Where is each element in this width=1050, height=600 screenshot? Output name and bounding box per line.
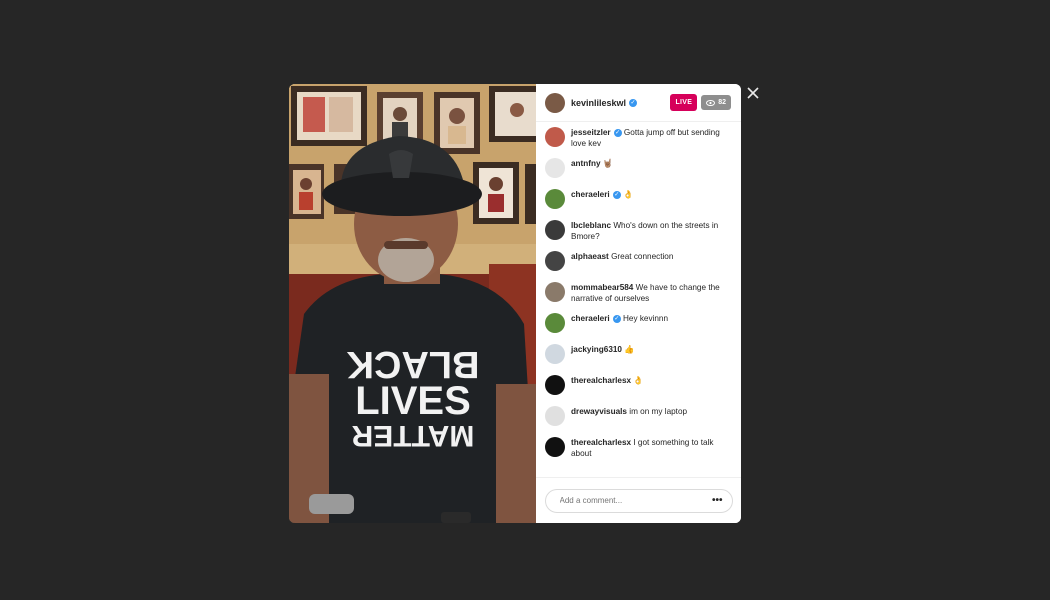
- comment-text-block: drewayvisuals im on my laptop: [571, 406, 687, 417]
- comment-text-block: therealcharlesx 👌: [571, 375, 644, 386]
- comment-row: alphaeast Great connection: [545, 251, 732, 273]
- live-comments-panel: kevinlileskwl ✓ LIVE 82 jesseitzler ✓ Got…: [536, 84, 741, 523]
- comment-text-block: mommabear584 We have to change the narra…: [571, 282, 732, 304]
- host-username[interactable]: kevinlileskwl: [571, 98, 626, 108]
- comment-message: Great connection: [611, 252, 674, 261]
- commenter-username[interactable]: lbcleblanc: [571, 221, 611, 230]
- commenter-username[interactable]: antnfny: [571, 159, 601, 168]
- commenter-username[interactable]: cheraeleri: [571, 314, 610, 323]
- viewer-count: 82: [718, 99, 726, 106]
- live-badge: LIVE: [670, 94, 698, 111]
- commenter-username[interactable]: jackying6310: [571, 345, 622, 354]
- comment-message: 👍: [624, 345, 635, 354]
- viewer-count-badge[interactable]: 82: [701, 95, 731, 110]
- host-avatar[interactable]: [545, 92, 565, 113]
- comment-message: 👌: [633, 376, 644, 385]
- commenter-avatar[interactable]: [545, 189, 565, 209]
- comment-input[interactable]: [557, 495, 712, 506]
- comment-row: therealcharlesx 👌: [545, 375, 732, 397]
- eye-icon: [706, 99, 716, 106]
- comment-message: 👌: [622, 190, 634, 199]
- comment-text-block: alphaeast Great connection: [571, 251, 673, 262]
- comment-text-block: therealcharlesx I got something to talk …: [571, 437, 732, 459]
- comment-text-block: lbcleblanc Who's down on the streets in …: [571, 220, 732, 242]
- comment-row: therealcharlesx I got something to talk …: [545, 437, 732, 459]
- video-frame: BLACK LIVES MATTER: [289, 84, 536, 523]
- comment-text-block: cheraeleri ✓ Hey kevinnn: [571, 313, 668, 324]
- comment-message: Hey kevinnn: [622, 314, 669, 323]
- comment-message: im on my laptop: [629, 407, 688, 416]
- commenter-username[interactable]: mommabear584: [571, 283, 633, 292]
- verified-icon: ✓: [613, 128, 622, 137]
- commenter-avatar[interactable]: [545, 344, 565, 364]
- comment-row: cheraeleri ✓ Hey kevinnn: [545, 313, 732, 335]
- commenter-avatar[interactable]: [545, 251, 565, 271]
- commenter-username[interactable]: therealcharlesx: [571, 376, 631, 385]
- commenter-username[interactable]: alphaeast: [571, 252, 609, 261]
- verified-icon: ✓: [612, 190, 621, 199]
- verified-icon: ✓: [629, 98, 638, 107]
- live-header: kevinlileskwl ✓ LIVE 82: [536, 84, 741, 122]
- live-video[interactable]: BLACK LIVES MATTER: [289, 84, 536, 523]
- comment-row: cheraeleri ✓ 👌: [545, 189, 732, 211]
- comment-row: jackying6310 👍: [545, 344, 732, 366]
- commenter-username[interactable]: jesseitzler: [571, 128, 611, 137]
- commenter-avatar[interactable]: [545, 313, 565, 333]
- verified-icon: ✓: [612, 314, 621, 323]
- comment-composer: •••: [536, 477, 741, 523]
- comment-message: 🤘🏽: [602, 159, 614, 168]
- comment-text-block: cheraeleri ✓ 👌: [571, 189, 633, 200]
- commenter-avatar[interactable]: [545, 282, 565, 302]
- comment-text-block: antnfny 🤘🏽: [571, 158, 613, 169]
- commenter-username[interactable]: drewayvisuals: [571, 407, 627, 416]
- comment-row: lbcleblanc Who's down on the streets in …: [545, 220, 732, 242]
- commenter-avatar[interactable]: [545, 375, 565, 395]
- comment-text-block: jesseitzler ✓ Gotta jump off but sending …: [571, 127, 732, 149]
- commenter-avatar[interactable]: [545, 406, 565, 426]
- comment-row: mommabear584 We have to change the narra…: [545, 282, 732, 304]
- shirt-text-matter: MATTER: [351, 419, 474, 452]
- close-icon[interactable]: [742, 82, 764, 104]
- comment-row: drewayvisuals im on my laptop: [545, 406, 732, 428]
- more-options-icon[interactable]: •••: [712, 495, 723, 506]
- comment-box[interactable]: •••: [544, 488, 733, 513]
- commenter-avatar[interactable]: [545, 437, 565, 457]
- comment-row: antnfny 🤘🏽: [545, 158, 732, 180]
- live-video-modal: BLACK LIVES MATTER kevinlileskwl ✓ LIVE …: [289, 84, 741, 523]
- commenter-avatar[interactable]: [545, 158, 565, 178]
- commenter-avatar[interactable]: [545, 127, 565, 147]
- comment-row: jesseitzler ✓ Gotta jump off but sending …: [545, 127, 732, 149]
- commenter-avatar[interactable]: [545, 220, 565, 240]
- commenter-username[interactable]: cheraeleri: [571, 190, 610, 199]
- commenter-username[interactable]: therealcharlesx: [571, 438, 631, 447]
- comment-text-block: jackying6310 👍: [571, 344, 634, 355]
- shirt-text-lives: LIVES: [355, 379, 471, 423]
- comments-list: jesseitzler ✓ Gotta jump off but sending …: [536, 122, 741, 477]
